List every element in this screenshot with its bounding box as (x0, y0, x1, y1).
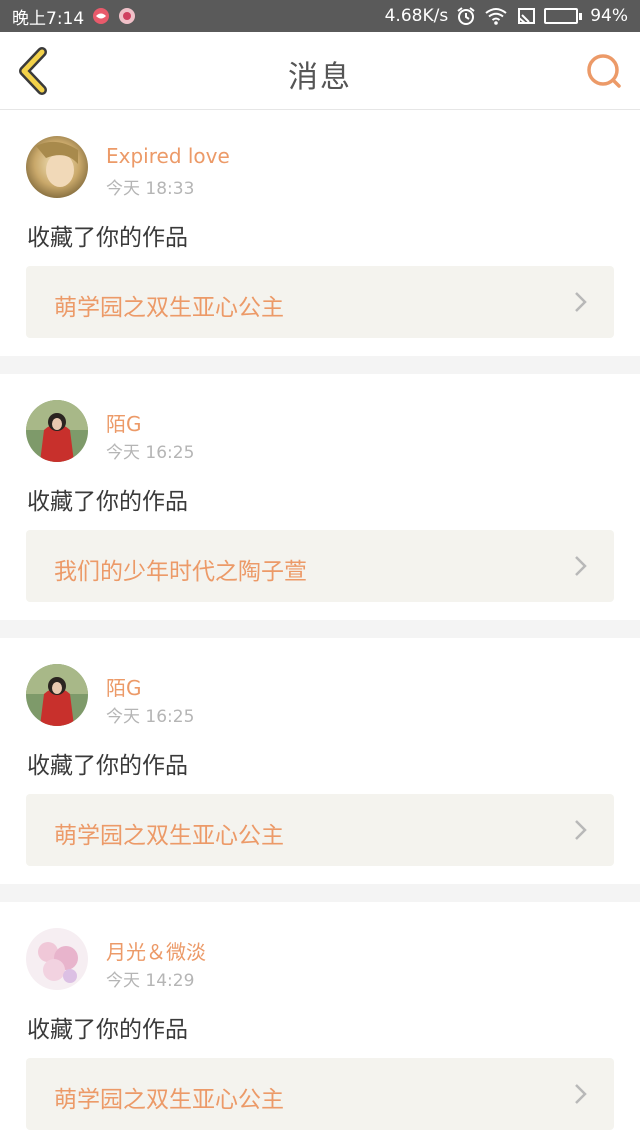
timestamp: 今天 14:29 (106, 971, 195, 991)
username[interactable]: Expired love (106, 144, 230, 168)
chevron-right-icon (575, 292, 587, 312)
search-button[interactable] (584, 52, 626, 92)
network-speed: 4.68K/s (384, 6, 449, 26)
action-text: 收藏了你的作品 (27, 489, 188, 515)
work-title: 萌学园之双生亚心公主 (54, 1087, 284, 1113)
work-title: 我们的少年时代之陶子萱 (54, 559, 307, 585)
work-link[interactable]: 萌学园之双生亚心公主 (26, 1058, 614, 1130)
timestamp: 今天 16:25 (106, 443, 195, 463)
app-icon (93, 8, 110, 24)
timestamp: 今天 16:25 (106, 707, 195, 727)
status-time: 晚上7:14 (12, 8, 85, 29)
avatar-image (26, 928, 88, 990)
divider (0, 620, 640, 638)
action-text: 收藏了你的作品 (27, 1017, 188, 1043)
chevron-right-icon (575, 1084, 587, 1104)
action-text: 收藏了你的作品 (27, 753, 188, 779)
divider (0, 356, 640, 374)
search-icon (587, 54, 621, 88)
battery-percent: 94% (590, 6, 628, 26)
avatar[interactable] (26, 136, 88, 198)
battery-icon (544, 8, 583, 24)
work-link[interactable]: 萌学园之双生亚心公主 (26, 266, 614, 338)
avatar-image (26, 664, 88, 726)
header: 消息 (0, 32, 640, 110)
avatar-image (26, 136, 88, 198)
divider (0, 884, 640, 902)
avatar[interactable] (26, 664, 88, 726)
chevron-right-icon (575, 556, 587, 576)
work-link[interactable]: 萌学园之双生亚心公主 (26, 794, 614, 866)
cast-icon (518, 8, 536, 24)
username[interactable]: 月光＆微淡 (106, 936, 206, 965)
timestamp: 今天 18:33 (106, 179, 195, 199)
alarm-icon (457, 7, 475, 25)
work-link[interactable]: 我们的少年时代之陶子萱 (26, 530, 614, 602)
chevron-right-icon (575, 820, 587, 840)
action-text: 收藏了你的作品 (27, 225, 188, 251)
message-card: 月光＆微淡 今天 14:29 收藏了你的作品 萌学园之双生亚心公主 (0, 902, 640, 1148)
avatar[interactable] (26, 400, 88, 462)
username[interactable]: 陌G (106, 408, 142, 437)
avatar[interactable] (26, 928, 88, 990)
work-title: 萌学园之双生亚心公主 (54, 823, 284, 849)
app-icon (119, 8, 136, 24)
message-list: Expired love 今天 18:33 收藏了你的作品 萌学园之双生亚心公主… (0, 110, 640, 1148)
username[interactable]: 陌G (106, 672, 142, 701)
message-card: 陌G 今天 16:25 收藏了你的作品 我们的少年时代之陶子萱 (0, 374, 640, 620)
status-bar: 晚上7:14 4.68K/s 94% (0, 0, 640, 32)
wifi-icon (485, 8, 507, 25)
page-title: 消息 (288, 60, 352, 95)
message-card: Expired love 今天 18:33 收藏了你的作品 萌学园之双生亚心公主 (0, 110, 640, 356)
work-title: 萌学园之双生亚心公主 (54, 295, 284, 321)
avatar-image (26, 400, 88, 462)
message-card: 陌G 今天 16:25 收藏了你的作品 萌学园之双生亚心公主 (0, 638, 640, 884)
